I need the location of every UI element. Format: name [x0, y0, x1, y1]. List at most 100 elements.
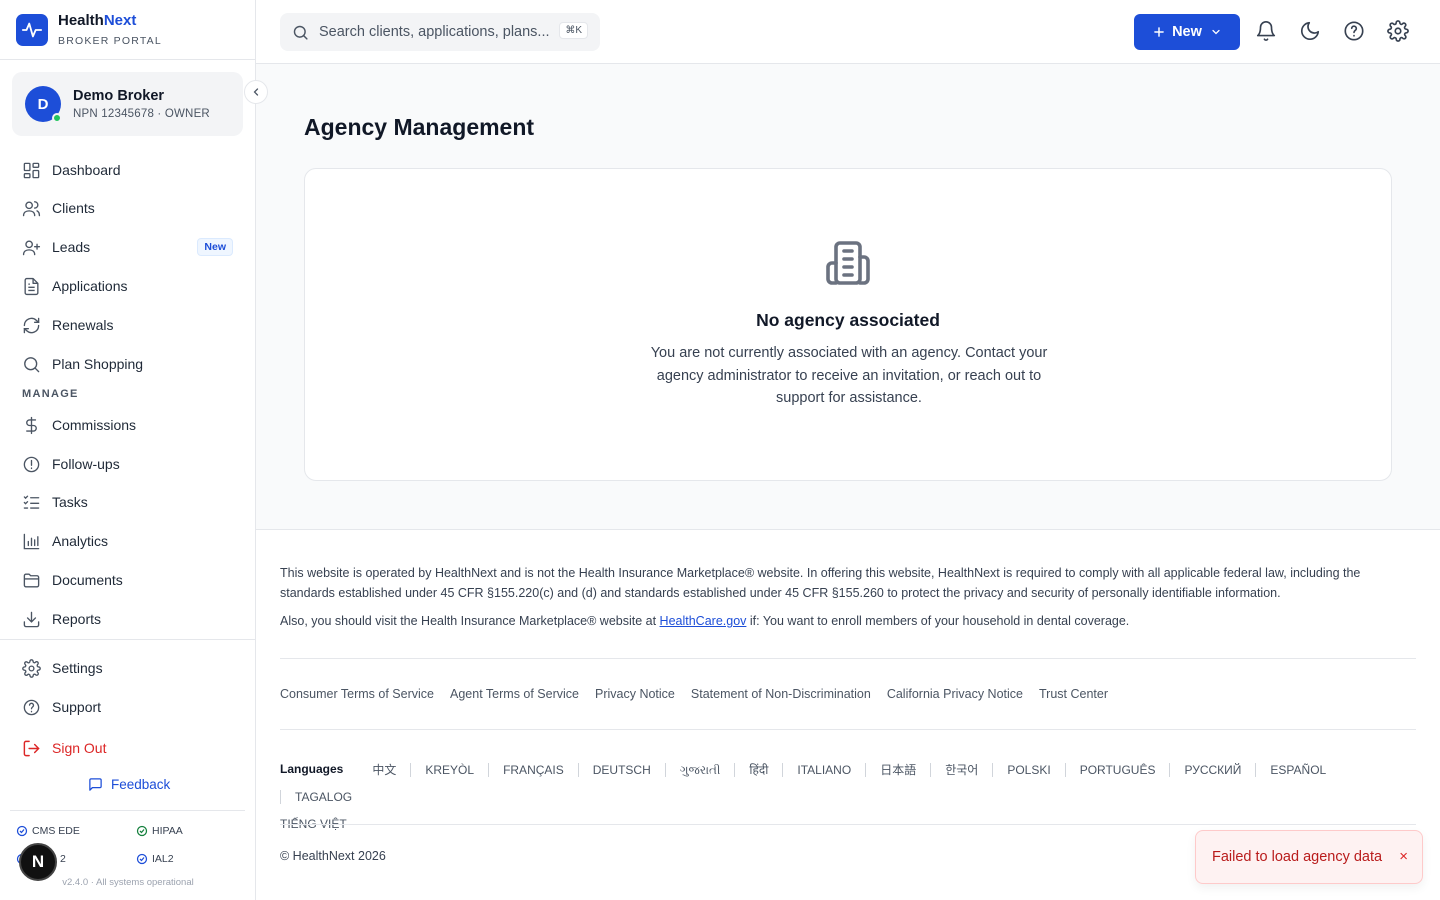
feedback-label: Feedback — [111, 777, 171, 792]
sidebar-item-plan-shopping[interactable]: Plan Shopping — [12, 347, 243, 381]
help-circle-icon — [23, 699, 40, 715]
sidebar-item-leads[interactable]: Leads New — [12, 230, 243, 264]
search-icon — [293, 25, 308, 40]
gear-icon[interactable] — [1387, 20, 1409, 42]
logout-icon — [23, 740, 40, 756]
language-link[interactable]: हिंदी — [734, 763, 782, 777]
brand[interactable]: HealthNext BROKER PORTAL — [0, 0, 255, 60]
language-link[interactable]: PORTUGUÊS — [1064, 763, 1170, 777]
bell-icon[interactable] — [1255, 20, 1277, 42]
footer-link[interactable]: Consumer Terms of Service — [280, 687, 434, 701]
help-circle-icon[interactable] — [1343, 20, 1365, 42]
sidebar-item-reports[interactable]: Reports — [12, 602, 243, 636]
users-icon — [22, 200, 41, 216]
language-link[interactable]: TAGALOG — [280, 790, 366, 804]
language-link[interactable]: POLSKI — [992, 763, 1064, 777]
search-icon — [24, 356, 40, 372]
healthcare-gov-link[interactable]: HealthCare.gov — [660, 614, 747, 628]
sign-out-button[interactable]: Sign Out — [12, 731, 243, 765]
language-link[interactable]: 中文 — [358, 763, 410, 777]
dev-tools-badge[interactable]: N — [19, 843, 57, 881]
refresh-icon — [23, 317, 40, 333]
sidebar-item-label: Plan Shopping — [52, 356, 144, 372]
language-link[interactable]: ESPAÑOL — [1255, 763, 1340, 777]
sidebar-item-label: Analytics — [52, 533, 109, 549]
list-checks-icon — [23, 494, 40, 509]
section-label-manage: MANAGE — [22, 388, 79, 400]
pulse-logo-icon — [16, 13, 48, 46]
language-link[interactable]: 日本語 — [865, 763, 930, 777]
topbar: ⌘K New — [256, 0, 1440, 64]
sidebar-divider — [10, 810, 245, 811]
sidebar-item-clients[interactable]: Clients — [12, 191, 243, 225]
new-button[interactable]: New — [1134, 14, 1240, 50]
sidebar-divider — [0, 639, 256, 640]
sidebar-item-tasks[interactable]: Tasks — [12, 485, 243, 519]
search-box[interactable]: ⌘K — [280, 13, 600, 51]
language-link[interactable]: 한국어 — [930, 763, 992, 777]
user-meta: NPN 12345678 · OWNER — [73, 108, 210, 120]
toast-message: Failed to load agency data — [1212, 849, 1383, 865]
new-button-label: New — [1172, 24, 1202, 40]
new-badge: New — [197, 238, 233, 256]
sidebar-item-documents[interactable]: Documents — [12, 563, 243, 597]
footer-link[interactable]: Privacy Notice — [595, 687, 675, 701]
dashboard-icon — [23, 162, 40, 178]
footer-link[interactable]: Agent Terms of Service — [450, 687, 579, 701]
sidebar-item-label: Sign Out — [52, 740, 107, 756]
sidebar-item-label: Clients — [52, 200, 95, 216]
check-circle-icon — [16, 825, 28, 837]
search-input[interactable] — [319, 24, 559, 40]
brand-subtitle: BROKER PORTAL — [58, 35, 162, 47]
sidebar-item-label: Support — [52, 699, 102, 715]
dollar-icon — [26, 416, 37, 434]
footer-link[interactable]: California Privacy Notice — [887, 687, 1023, 701]
language-link[interactable]: KREYÒL — [410, 763, 488, 777]
language-link[interactable]: ITALIANO — [782, 763, 865, 777]
gear-icon — [22, 658, 41, 678]
check-circle-icon — [136, 825, 148, 837]
marketplace-disclaimer: This website is operated by HealthNext a… — [280, 566, 1361, 600]
language-link[interactable]: РУССКИЙ — [1169, 763, 1255, 777]
sidebar-item-renewals[interactable]: Renewals — [12, 308, 243, 342]
language-link[interactable]: FRANÇAIS — [488, 763, 578, 777]
sidebar-item-label: Dashboard — [52, 162, 121, 178]
footer-link[interactable]: Trust Center — [1039, 687, 1108, 701]
footer-divider — [280, 658, 1416, 659]
footer-link[interactable]: Statement of Non-Discrimination — [691, 687, 871, 701]
collapse-sidebar-button[interactable] — [244, 80, 268, 104]
sidebar-item-label: Commissions — [52, 417, 137, 433]
sidebar-item-label: Follow-ups — [52, 456, 120, 472]
avatar: D — [25, 86, 62, 123]
sidebar-item-follow-ups[interactable]: Follow-ups — [12, 447, 243, 481]
sidebar: HealthNext BROKER PORTAL D Demo Broker N… — [0, 0, 256, 900]
user-plus-icon — [22, 239, 41, 255]
chevron-left-icon — [253, 88, 259, 96]
sidebar-item-analytics[interactable]: Analytics — [12, 524, 243, 558]
sidebar-item-settings[interactable]: Settings — [12, 651, 243, 685]
footer-divider — [280, 824, 1416, 825]
moon-icon[interactable] — [1299, 20, 1321, 42]
sidebar-item-commissions[interactable]: Commissions — [12, 408, 243, 442]
sidebar-item-label: Applications — [52, 278, 128, 294]
online-status-dot — [52, 113, 62, 123]
chevron-down-icon — [1212, 29, 1220, 35]
close-icon[interactable]: × — [1399, 848, 1408, 865]
sidebar-item-label: Settings — [52, 660, 103, 676]
keyboard-shortcut: ⌘K — [559, 22, 588, 39]
sidebar-item-support[interactable]: Support — [12, 690, 243, 724]
sidebar-item-label: Leads — [52, 239, 91, 255]
sidebar-item-dashboard[interactable]: Dashboard — [12, 153, 243, 187]
compliance-badge: IAL2 — [136, 853, 174, 865]
check-circle-icon — [136, 853, 148, 865]
language-link[interactable]: ગુજરાતી — [664, 763, 735, 777]
languages-label: Languages — [280, 762, 344, 776]
sidebar-item-applications[interactable]: Applications — [12, 269, 243, 303]
user-card[interactable]: D Demo Broker NPN 12345678 · OWNER — [12, 72, 243, 136]
feedback-button[interactable]: Feedback — [88, 777, 170, 792]
language-link[interactable]: DEUTSCH — [577, 763, 665, 777]
footer-links: Consumer Terms of Service Agent Terms of… — [280, 687, 1124, 701]
dental-disclaimer: Also, you should visit the Health Insura… — [280, 614, 1130, 628]
sidebar-item-label: Renewals — [52, 317, 114, 333]
empty-state-title: No agency associated — [756, 310, 940, 330]
